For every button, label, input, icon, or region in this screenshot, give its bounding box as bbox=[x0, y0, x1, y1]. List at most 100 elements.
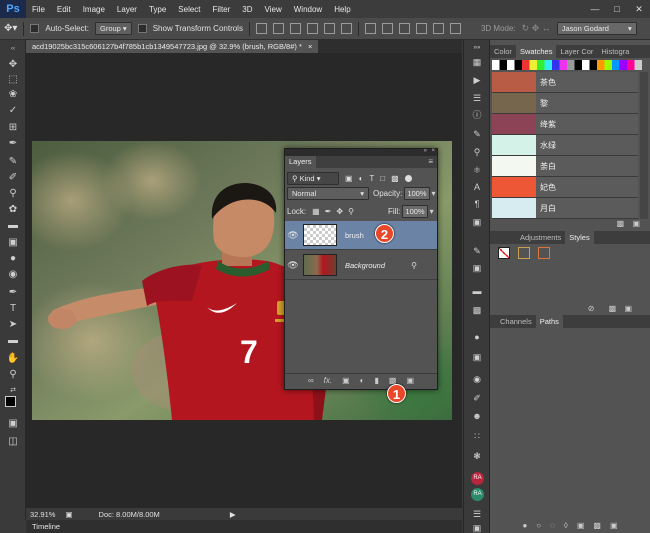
quick-mask-icon[interactable]: ▣ bbox=[6, 417, 20, 431]
zoom-level[interactable]: 32.91% bbox=[30, 510, 55, 519]
stroke-path-icon[interactable]: ○ bbox=[536, 521, 541, 533]
style-thumbnail-2[interactable] bbox=[518, 247, 530, 259]
hand-tool-icon[interactable]: ✋ bbox=[6, 352, 20, 366]
channels-dock-icon[interactable]: ▣ bbox=[471, 522, 483, 533]
navigator-icon[interactable]: ▣ bbox=[471, 262, 483, 274]
export-icon[interactable]: ▣ bbox=[65, 510, 72, 519]
menu-type[interactable]: Type bbox=[143, 5, 172, 14]
filter-smart-object-icon[interactable]: ▩ bbox=[391, 174, 399, 183]
history-icon[interactable]: ▦ bbox=[471, 56, 483, 68]
3d-rotate-icon[interactable]: ↻ ✥ ↔ bbox=[522, 23, 551, 34]
distribute-bottom-icon[interactable] bbox=[398, 23, 410, 34]
notes-icon[interactable]: ✎ bbox=[471, 245, 483, 257]
tab-styles[interactable]: Styles bbox=[565, 231, 594, 244]
link-layers-icon[interactable]: ∞ bbox=[308, 376, 314, 385]
healing-brush-tool-icon[interactable]: ✎ bbox=[6, 155, 20, 169]
delete-style-icon[interactable]: ▣ bbox=[624, 304, 632, 313]
blend-mode-dropdown[interactable]: Normal ▾ bbox=[287, 187, 369, 200]
new-path-icon[interactable]: ▩ bbox=[593, 521, 601, 533]
auto-select-checkbox[interactable] bbox=[30, 24, 40, 33]
align-center-icon[interactable] bbox=[323, 23, 335, 34]
clear-style-icon[interactable]: ⊘ bbox=[588, 304, 595, 313]
timeline-panel-tab[interactable]: Timeline bbox=[26, 520, 462, 533]
history-brush-tool-icon[interactable]: ✿ bbox=[6, 203, 20, 217]
swatch-row-3[interactable]: 绛紫 bbox=[492, 114, 638, 135]
kind-filter-dropdown[interactable]: ⚲ Kind ▾ bbox=[287, 171, 339, 185]
fill-input[interactable]: 100% bbox=[402, 205, 428, 218]
distribute-top-icon[interactable] bbox=[364, 23, 376, 34]
zoom-tool-icon[interactable]: ⚲ bbox=[6, 368, 20, 382]
menu-view[interactable]: View bbox=[259, 5, 288, 14]
load-selection-icon[interactable]: ◌ bbox=[550, 521, 555, 533]
collapse-panel-icon[interactable]: » bbox=[424, 148, 427, 154]
swatches-scrollbar[interactable] bbox=[640, 72, 648, 219]
menu-image[interactable]: Image bbox=[77, 5, 111, 14]
menu-select[interactable]: Select bbox=[172, 5, 206, 14]
workspace-dropdown[interactable]: Jason Godard ▾ bbox=[556, 22, 637, 35]
adjust-icon[interactable]: ❃ bbox=[471, 450, 483, 462]
menu-layer[interactable]: Layer bbox=[111, 5, 143, 14]
style-none-thumbnail[interactable] bbox=[498, 247, 510, 259]
tab-channels[interactable]: Channels bbox=[496, 315, 536, 328]
screen-mode-icon[interactable]: ◫ bbox=[6, 435, 20, 449]
panel-title-strip[interactable]: » × bbox=[285, 148, 437, 156]
menu-help[interactable]: Help bbox=[328, 5, 356, 14]
filter-toggle-icon[interactable] bbox=[404, 174, 412, 182]
paragraph-icon[interactable]: ¶ bbox=[471, 198, 483, 210]
menu-window[interactable]: Window bbox=[288, 5, 328, 14]
layer-name-background[interactable]: Background bbox=[345, 261, 385, 270]
type-tool-icon[interactable]: T bbox=[6, 302, 20, 316]
layers-dock-icon[interactable]: ☰ bbox=[471, 508, 483, 520]
drop-icon[interactable]: ● bbox=[471, 331, 483, 343]
make-work-path-icon[interactable]: ◊ bbox=[564, 521, 568, 533]
menu-3d[interactable]: 3D bbox=[236, 5, 258, 14]
clone-stamp-tool-icon[interactable]: ⚲ bbox=[6, 187, 20, 201]
eraser-tool-icon[interactable]: ▬ bbox=[6, 219, 20, 233]
delete-layer-icon[interactable]: ▣ bbox=[406, 376, 414, 385]
maximize-icon[interactable]: □ bbox=[606, 0, 628, 18]
clone-source-icon[interactable]: ⚲ bbox=[471, 146, 483, 158]
close-panel-icon[interactable]: × bbox=[431, 148, 435, 154]
tab-histogram[interactable]: Histogra bbox=[597, 45, 633, 58]
layer-row-brush[interactable]: 👁 brush bbox=[285, 221, 437, 250]
properties-icon[interactable]: ☰ bbox=[471, 92, 483, 104]
close-icon[interactable]: ✕ bbox=[628, 0, 650, 18]
swatch-row-7[interactable]: 月白 bbox=[492, 198, 638, 219]
swatch-row-6[interactable]: 妃色 bbox=[492, 177, 638, 198]
distribute-middle-icon[interactable] bbox=[381, 23, 393, 34]
auto-select-dropdown[interactable]: Group ▾ bbox=[94, 22, 132, 35]
gradient-tool-icon[interactable]: ▣ bbox=[6, 236, 20, 250]
delete-path-icon[interactable]: ▣ bbox=[610, 521, 618, 533]
shape-tool-icon[interactable]: ▬ bbox=[6, 334, 20, 348]
tab-color[interactable]: Color bbox=[490, 45, 516, 58]
ra-plugin-2-icon[interactable]: RA bbox=[471, 488, 484, 501]
move-tool-icon[interactable]: ✥ bbox=[6, 58, 20, 72]
foreground-color-swatch[interactable] bbox=[5, 396, 16, 407]
dock-collapse-icon[interactable]: »» bbox=[471, 42, 483, 54]
add-mask-path-icon[interactable]: ▣ bbox=[577, 521, 585, 533]
distribute-center-icon[interactable] bbox=[432, 23, 444, 34]
swatch-row-1[interactable]: 茶色 bbox=[492, 72, 638, 93]
new-swatch-icon[interactable]: ▩ bbox=[617, 219, 625, 228]
lock-pixels-icon[interactable]: ✒ bbox=[325, 207, 332, 216]
blur-tool-icon[interactable]: ● bbox=[6, 252, 20, 266]
tab-layers[interactable]: Layers bbox=[285, 156, 316, 168]
eyedropper-tool-icon[interactable]: ✒ bbox=[6, 137, 20, 151]
lasso-tool-icon[interactable]: ❀ bbox=[6, 88, 20, 102]
filter-pixel-icon[interactable]: ▣ bbox=[345, 174, 353, 183]
delete-swatch-icon[interactable]: ▣ bbox=[632, 219, 640, 228]
new-group-icon[interactable]: ▮ bbox=[375, 376, 379, 385]
align-right-icon[interactable] bbox=[340, 23, 352, 34]
menu-filter[interactable]: Filter bbox=[207, 5, 237, 14]
crop-tool-icon[interactable]: ⊞ bbox=[6, 121, 20, 135]
new-style-icon[interactable]: ▩ bbox=[609, 304, 617, 313]
grid-icon[interactable]: ∷ bbox=[471, 430, 483, 442]
align-top-icon[interactable] bbox=[255, 23, 267, 34]
glyphs-icon[interactable]: ▣ bbox=[471, 216, 483, 228]
ra-plugin-icon[interactable]: RA bbox=[471, 472, 484, 485]
toolbar-collapse-icon[interactable]: ‹‹ bbox=[6, 42, 20, 56]
actions-icon[interactable]: ▶ bbox=[471, 74, 483, 86]
distribute-left-icon[interactable] bbox=[415, 23, 427, 34]
close-tab-icon[interactable]: × bbox=[308, 42, 312, 51]
menu-file[interactable]: File bbox=[26, 5, 51, 14]
